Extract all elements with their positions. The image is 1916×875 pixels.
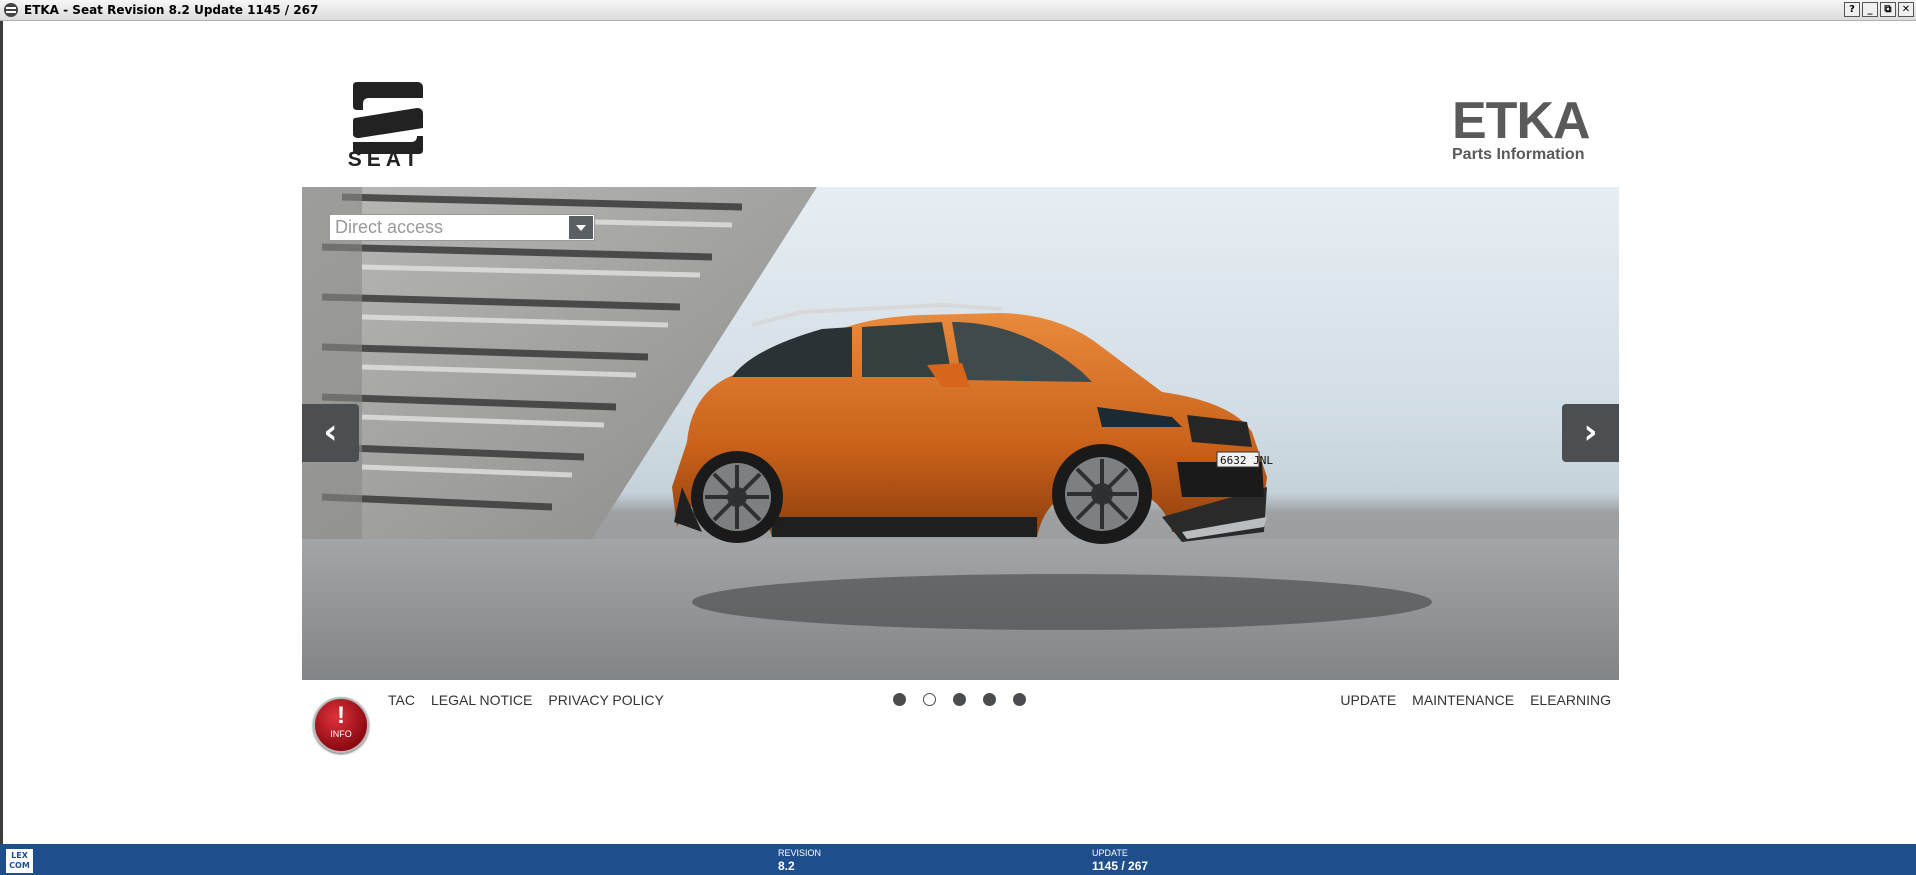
carousel-next-button[interactable]: › bbox=[1562, 404, 1619, 462]
app-icon[interactable] bbox=[4, 3, 18, 17]
carousel-dot-3[interactable] bbox=[953, 693, 966, 706]
etka-logo-text: ETKA bbox=[1452, 92, 1591, 150]
lexcom-logo: LEX COM bbox=[6, 849, 33, 873]
car-photo: 6632 JNL bbox=[302, 187, 1619, 680]
seat-logo-text: SEAT bbox=[347, 148, 423, 171]
update-label: UPDATE bbox=[1092, 848, 1128, 858]
chevron-down-icon[interactable] bbox=[569, 216, 593, 239]
revision-value: 8.2 bbox=[778, 859, 795, 873]
info-button[interactable]: ! INFO bbox=[313, 697, 369, 753]
footer-links-right: UPDATE MAINTENANCE ELEARNING bbox=[1340, 692, 1611, 708]
license-plate: 6632 JNL bbox=[1220, 454, 1273, 467]
minimize-button[interactable]: _ bbox=[1862, 2, 1878, 17]
maintenance-link[interactable]: MAINTENANCE bbox=[1412, 692, 1514, 708]
exclamation-icon: ! bbox=[337, 702, 345, 729]
etka-logo: ETKA Parts Information bbox=[1452, 92, 1612, 164]
carousel-dot-4[interactable] bbox=[983, 693, 996, 706]
carousel-dot-2[interactable] bbox=[923, 693, 936, 706]
revision-info: REVISION 8.2 bbox=[778, 847, 821, 873]
footer-links-left: TAC LEGAL NOTICE PRIVACY POLICY bbox=[388, 692, 664, 708]
carousel-dot-1[interactable] bbox=[893, 693, 906, 706]
carousel-prev-button[interactable]: ‹ bbox=[302, 404, 359, 462]
privacy-policy-link[interactable]: PRIVACY POLICY bbox=[548, 692, 663, 708]
title-bar: ETKA - Seat Revision 8.2 Update 1145 / 2… bbox=[0, 0, 1916, 21]
restore-button[interactable]: ⧉ bbox=[1880, 2, 1896, 17]
update-link[interactable]: UPDATE bbox=[1340, 692, 1396, 708]
window-title: ETKA - Seat Revision 8.2 Update 1145 / 2… bbox=[24, 3, 319, 17]
update-value: 1145 / 267 bbox=[1092, 859, 1149, 873]
hero-carousel-image: 6632 JNL bbox=[302, 187, 1619, 680]
status-bar: LEX COM REVISION 8.2 UPDATE 1145 / 267 bbox=[0, 844, 1916, 875]
tac-link[interactable]: TAC bbox=[388, 692, 415, 708]
legal-notice-link[interactable]: LEGAL NOTICE bbox=[431, 692, 532, 708]
carousel-pagination bbox=[893, 693, 1026, 706]
direct-access-input[interactable] bbox=[330, 215, 566, 240]
direct-access-combobox[interactable] bbox=[329, 214, 595, 241]
revision-label: REVISION bbox=[778, 848, 822, 858]
chevron-right-icon: › bbox=[1583, 412, 1598, 452]
carousel-dot-5[interactable] bbox=[1013, 693, 1026, 706]
chevron-left-icon: ‹ bbox=[323, 412, 338, 452]
window-frame bbox=[0, 21, 3, 844]
close-button[interactable]: ✕ bbox=[1898, 2, 1914, 17]
help-button[interactable]: ? bbox=[1844, 2, 1860, 17]
window-controls: ? _ ⧉ ✕ bbox=[1844, 2, 1914, 17]
update-info: UPDATE 1145 / 267 bbox=[1092, 847, 1148, 873]
info-label: INFO bbox=[330, 729, 352, 739]
elearning-link[interactable]: ELEARNING bbox=[1530, 692, 1611, 708]
